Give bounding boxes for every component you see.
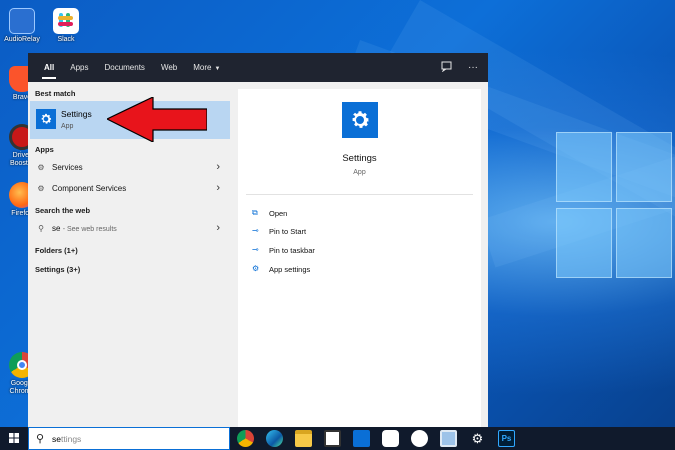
search-text: settings xyxy=(52,434,81,444)
chrome-taskbar-icon[interactable] xyxy=(237,430,254,447)
component-services-icon: ⚙ xyxy=(37,184,45,193)
red-arrow-annotation xyxy=(107,97,207,142)
store-icon[interactable] xyxy=(324,430,341,447)
services-icon: ⚙ xyxy=(37,163,45,172)
chevron-right-icon[interactable]: › xyxy=(216,222,220,234)
settings-gear-icon xyxy=(342,102,378,138)
action-label: App settings xyxy=(269,265,311,274)
edge-taskbar-icon[interactable] xyxy=(266,430,283,447)
tab-web[interactable]: Web xyxy=(153,53,185,82)
slack-taskbar-icon[interactable] xyxy=(382,430,399,447)
best-match-title: Settings xyxy=(61,109,92,119)
start-button[interactable] xyxy=(0,427,28,450)
start-menu: All Apps Documents Web More ▼ ··· Best ma… xyxy=(28,53,488,427)
web-search-label: se - See web results xyxy=(52,224,117,233)
mail-icon[interactable] xyxy=(353,430,370,447)
list-item-component-services[interactable]: ⚙ Component Services › xyxy=(28,179,230,199)
search-typed-text: se xyxy=(52,434,61,444)
slack-icon xyxy=(53,8,79,34)
desktop-icon-slack[interactable]: Slack xyxy=(46,8,86,44)
list-item-label: Services xyxy=(52,163,83,172)
search-web-heading: Search the web xyxy=(35,206,91,215)
app-taskbar-icon[interactable] xyxy=(411,430,428,447)
chevron-right-icon[interactable]: › xyxy=(216,161,220,173)
action-label: Open xyxy=(269,209,288,218)
best-match-heading: Best match xyxy=(35,89,76,98)
action-label: Pin to Start xyxy=(269,227,307,236)
desktop-icon-audiorelay[interactable]: AudioRelay xyxy=(2,8,42,44)
settings-taskbar-icon[interactable]: ⚙ xyxy=(469,430,486,447)
pin-icon: ⊸ xyxy=(252,245,259,254)
windows-logo-wallpaper xyxy=(556,132,672,278)
folders-heading[interactable]: Folders (1+) xyxy=(35,246,78,255)
chevron-down-icon: ▼ xyxy=(214,66,221,72)
search-autocomplete-text: ttings xyxy=(60,434,82,444)
gear-icon: ⚙ xyxy=(252,264,260,273)
list-item-label: Component Services xyxy=(52,184,127,193)
web-search-result[interactable]: ⚲ se - See web results › xyxy=(28,219,230,239)
tab-apps[interactable]: Apps xyxy=(62,53,96,82)
list-item-services[interactable]: ⚙ Services › xyxy=(28,158,230,178)
tab-more-label: More xyxy=(193,63,212,72)
open-icon: ⧉ xyxy=(252,208,258,217)
web-query: se xyxy=(52,224,61,233)
windows-start-icon xyxy=(9,433,19,443)
action-label: Pin to taskbar xyxy=(269,246,315,255)
snipping-tool-icon[interactable] xyxy=(440,430,457,447)
tab-all[interactable]: All xyxy=(36,53,62,82)
desktop-icon-label: Slack xyxy=(57,36,75,43)
settings-gear-icon xyxy=(36,109,56,129)
detail-title: Settings xyxy=(342,153,377,164)
detail-pane: Settings App ⧉ Open ⊸ Pin to Start ⊸ Pin… xyxy=(238,89,481,427)
best-match-subtitle: App xyxy=(61,123,74,130)
apps-heading: Apps xyxy=(35,145,54,154)
taskbar-search-input[interactable]: ⚲ settings xyxy=(28,427,230,450)
search-filter-tabs: All Apps Documents Web More ▼ xyxy=(36,53,228,82)
start-menu-header: All Apps Documents Web More ▼ ··· xyxy=(28,53,488,82)
desktop-icon-label: AudioRelay xyxy=(4,36,40,43)
photoshop-icon[interactable]: Ps xyxy=(498,430,515,447)
divider xyxy=(246,194,473,195)
settings-heading[interactable]: Settings (3+) xyxy=(35,265,80,274)
tab-more[interactable]: More ▼ xyxy=(185,53,228,82)
detail-pane-wrapper: Settings App ⧉ Open ⊸ Pin to Start ⊸ Pin… xyxy=(230,82,488,427)
web-query-suffix: - See web results xyxy=(62,226,117,233)
tab-documents[interactable]: Documents xyxy=(96,53,152,82)
search-icon: ⚲ xyxy=(38,224,44,233)
search-icon: ⚲ xyxy=(36,433,45,445)
more-options-icon[interactable]: ··· xyxy=(468,62,478,73)
feedback-icon[interactable] xyxy=(441,61,452,75)
audiorelay-icon xyxy=(9,8,35,34)
chevron-right-icon[interactable]: › xyxy=(216,182,220,194)
taskbar: ⚲ settings ⚙ Ps xyxy=(0,427,675,450)
file-explorer-icon[interactable] xyxy=(295,430,312,447)
pin-icon: ⊸ xyxy=(252,226,259,235)
detail-subtitle: App xyxy=(353,169,366,176)
